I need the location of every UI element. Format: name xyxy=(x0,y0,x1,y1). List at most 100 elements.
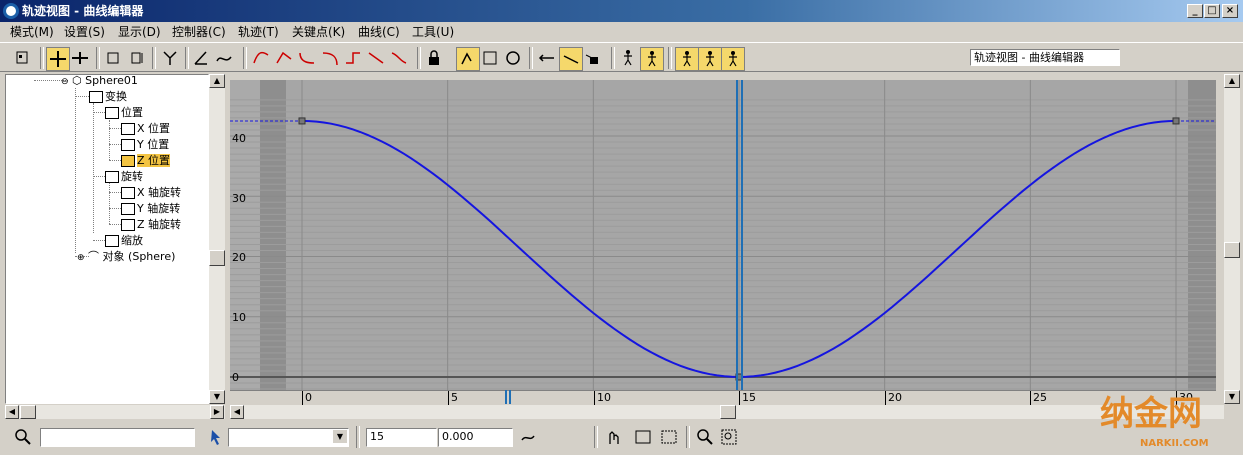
tangent-custom-icon[interactable] xyxy=(273,47,295,69)
show-keyable-icon[interactable] xyxy=(536,47,558,69)
graph-vscroll[interactable] xyxy=(1224,74,1240,404)
menu-display[interactable]: 显示(D) xyxy=(118,24,161,40)
scroll-down-icon[interactable]: ▼ xyxy=(209,390,225,404)
x-tick-10: 10 xyxy=(597,391,611,404)
biped-icon[interactable] xyxy=(617,47,639,69)
tree-item-transform[interactable]: 变换 xyxy=(89,89,127,105)
maximize-button[interactable]: □ xyxy=(1204,4,1220,18)
scale-icon xyxy=(105,235,119,247)
track-set-dropdown[interactable]: ▼ xyxy=(228,428,349,447)
x-tick-25: 25 xyxy=(1033,391,1047,404)
frame-field[interactable]: 15 xyxy=(366,428,437,447)
filters-icon[interactable] xyxy=(12,47,34,69)
tree-item-scale[interactable]: 缩放 xyxy=(105,233,143,249)
menu-tools[interactable]: 工具(U) xyxy=(412,24,454,40)
tree-hscroll[interactable] xyxy=(5,405,225,419)
tree-item-x-rotation[interactable]: X 轴旋转 xyxy=(121,185,181,201)
biped-z-icon[interactable] xyxy=(721,47,745,71)
watermark-logo: 纳金网 xyxy=(1100,394,1202,434)
menu-tracks[interactable]: 轨迹(T) xyxy=(238,24,279,40)
tree-item-z-position[interactable]: Z 位置 xyxy=(121,153,171,169)
zoom-region-icon[interactable] xyxy=(718,426,740,448)
graph-vscroll-thumb[interactable] xyxy=(1224,242,1240,258)
scroll-up-icon[interactable]: ▲ xyxy=(1224,74,1240,88)
tree-item-z-rotation[interactable]: Z 轴旋转 xyxy=(121,217,181,233)
dropdown-arrow-icon[interactable]: ▼ xyxy=(333,430,347,443)
menu-keys[interactable]: 关键点(K) xyxy=(292,24,345,40)
lock-selection-icon[interactable] xyxy=(423,47,445,69)
track-tree: ⊖ ⬡ Sphere01 变换 位置 X 位置 Y 位置 Z 位置 旋转 X 轴… xyxy=(5,74,209,404)
title-bar: 轨迹视图 - 曲线编辑器 xyxy=(0,0,1243,22)
scroll-down-icon[interactable]: ▼ xyxy=(1224,390,1240,404)
zoom-value-extents-icon[interactable] xyxy=(658,426,680,448)
biped-x-icon[interactable] xyxy=(675,47,699,71)
normalize-icon[interactable] xyxy=(518,426,540,448)
menu-curves[interactable]: 曲线(C) xyxy=(358,24,400,40)
parameter-curve-icon[interactable] xyxy=(479,47,501,69)
curve-graph[interactable] xyxy=(230,80,1216,390)
tree-item-y-rotation[interactable]: Y 轴旋转 xyxy=(121,201,180,217)
key-frame-30 xyxy=(1172,117,1180,125)
tree-item-position[interactable]: 位置 xyxy=(105,105,143,121)
tree-item-x-position[interactable]: X 位置 xyxy=(121,121,170,137)
scroll-left-icon[interactable]: ◀ xyxy=(5,405,19,419)
ease-curve-icon[interactable] xyxy=(502,47,524,69)
tangent-auto-icon[interactable] xyxy=(250,47,272,69)
biped-y-icon[interactable] xyxy=(698,47,722,71)
ruler-time-marker[interactable] xyxy=(505,390,511,404)
tangent-slow-icon[interactable] xyxy=(319,47,341,69)
biped-pos-icon[interactable] xyxy=(640,47,664,71)
value-field[interactable]: 0.000 xyxy=(438,428,513,447)
zoom-selected-object-icon[interactable] xyxy=(12,426,34,448)
tangent-linear-icon[interactable] xyxy=(365,47,387,69)
menu-mode[interactable]: 模式(M) xyxy=(10,24,54,40)
move-keys-horizontal-icon[interactable] xyxy=(69,47,91,69)
expand-toggle-icon[interactable]: ⊕ xyxy=(77,253,85,263)
tree-item-y-position[interactable]: Y 位置 xyxy=(121,137,169,153)
graph-canvas[interactable] xyxy=(230,80,1216,390)
tangent-step-icon[interactable] xyxy=(342,47,364,69)
scale-keys-icon[interactable] xyxy=(126,47,148,69)
tree-item-sphere01[interactable]: ⊖ ⬡ Sphere01 xyxy=(61,74,138,89)
close-button[interactable]: × xyxy=(1222,4,1238,18)
y-tick-10: 10 xyxy=(232,311,246,324)
tree-vscroll[interactable] xyxy=(209,74,225,404)
snap-frames-icon[interactable] xyxy=(456,47,480,71)
pan-icon[interactable] xyxy=(602,426,624,448)
minimize-button[interactable]: _ xyxy=(1187,4,1203,18)
ruler-tick: 25 xyxy=(1030,391,1047,405)
window-title: 轨迹视图 - 曲线编辑器 xyxy=(22,4,144,18)
select-by-name-icon[interactable] xyxy=(206,426,228,448)
move-keys-icon[interactable] xyxy=(46,47,70,71)
add-keys-icon[interactable] xyxy=(190,47,212,69)
scroll-left-icon[interactable]: ◀ xyxy=(230,405,244,419)
scroll-up-icon[interactable]: ▲ xyxy=(209,74,225,88)
tree-vscroll-thumb[interactable] xyxy=(209,250,225,266)
tree-hscroll-thumb[interactable] xyxy=(20,405,36,419)
graph-hscroll-thumb[interactable] xyxy=(720,405,736,419)
view-name-field[interactable]: 轨迹视图 - 曲线编辑器 xyxy=(970,49,1120,66)
tangent-fast-icon[interactable] xyxy=(296,47,318,69)
lock-tangents-icon[interactable] xyxy=(582,47,604,69)
zoom-horizontal-extents-icon[interactable] xyxy=(632,426,654,448)
tree-item-rotation[interactable]: 旋转 xyxy=(105,169,143,185)
show-tangents-icon[interactable] xyxy=(559,47,583,71)
draw-curves-icon[interactable] xyxy=(213,47,235,69)
collapse-toggle-icon[interactable]: ⊖ xyxy=(61,77,69,87)
name-filter-field[interactable] xyxy=(40,428,195,447)
object-icon: ⌒ xyxy=(88,250,100,263)
curve-track-icon xyxy=(121,219,135,231)
tangent-smooth-icon[interactable] xyxy=(388,47,410,69)
slide-keys-icon[interactable] xyxy=(103,47,125,69)
tree-item-object[interactable]: ⊕ ⌒ 对象 (Sphere) xyxy=(77,249,175,265)
curve-track-icon xyxy=(121,203,135,215)
frame-ruler[interactable]: 0 5 10 15 20 25 30 xyxy=(230,390,1216,405)
menu-controller[interactable]: 控制器(C) xyxy=(172,24,226,40)
x-tick-20: 20 xyxy=(888,391,902,404)
scale-values-icon[interactable] xyxy=(159,47,181,69)
zoom-icon[interactable] xyxy=(694,426,716,448)
transform-icon xyxy=(89,91,103,103)
cube-icon: ⬡ xyxy=(72,74,82,87)
scroll-right-icon[interactable]: ▶ xyxy=(210,405,224,419)
menu-settings[interactable]: 设置(S) xyxy=(64,24,105,40)
